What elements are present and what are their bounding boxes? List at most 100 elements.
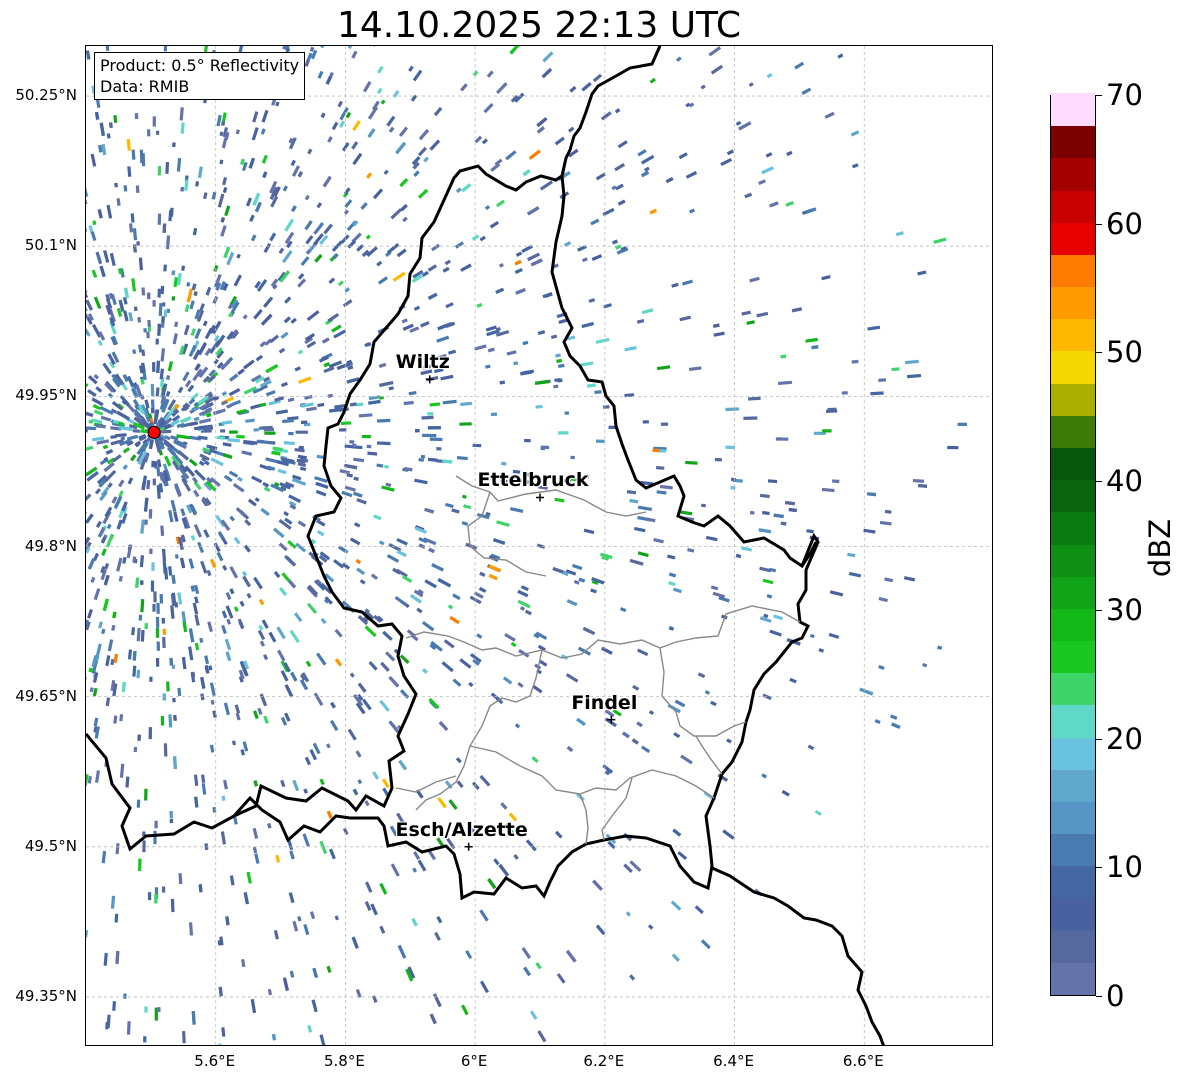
echo-pixel xyxy=(223,779,228,790)
colorbar-segment xyxy=(1051,865,1095,899)
echo-pixel xyxy=(222,186,228,194)
echo-pixel xyxy=(408,391,417,396)
echo-pixel xyxy=(295,542,307,553)
echo-pixel xyxy=(680,510,693,516)
echo-pixel xyxy=(300,256,310,267)
echo-pixel xyxy=(222,177,228,186)
echo-pixel xyxy=(244,519,252,527)
echo-pixel xyxy=(248,157,256,169)
echo-pixel xyxy=(519,606,526,611)
echo-pixel xyxy=(765,152,773,158)
echo-pixel xyxy=(509,46,520,55)
echo-pixel xyxy=(193,481,202,491)
colorbar-tick-label: 60 xyxy=(1106,206,1143,241)
echo-pixel xyxy=(138,614,143,621)
echo-pixel xyxy=(437,323,448,331)
echo-pixel xyxy=(241,450,253,456)
echo-pixel xyxy=(166,375,171,381)
echo-pixel xyxy=(326,965,332,973)
echo-pixel xyxy=(479,774,491,787)
echo-pixel xyxy=(626,490,637,495)
echo-pixel xyxy=(165,235,171,250)
colorbar-segment xyxy=(1051,608,1095,642)
echo-pixel xyxy=(602,405,610,409)
echo-pixel xyxy=(448,799,458,810)
echo-pixel xyxy=(517,589,529,598)
echo-pixel xyxy=(87,389,97,398)
echo-pixel xyxy=(362,80,372,93)
echo-pixel xyxy=(794,61,805,70)
echo-pixel xyxy=(297,278,307,288)
echo-pixel xyxy=(520,585,529,592)
echo-pixel xyxy=(637,149,647,157)
echo-pixel xyxy=(365,234,371,240)
echo-pixel xyxy=(150,384,155,397)
echo-pixel xyxy=(115,433,127,438)
echo-pixel xyxy=(445,302,454,309)
colorbar-tick-mark xyxy=(1096,867,1102,869)
echo-pixel xyxy=(317,70,324,79)
echo-pixel xyxy=(330,701,336,709)
echo-pixel xyxy=(789,677,797,684)
echo-pixel xyxy=(269,232,277,242)
echo-pixel xyxy=(170,898,175,913)
echo-pixel xyxy=(376,463,384,468)
echo-pixel xyxy=(762,510,770,516)
echo-pixel xyxy=(649,77,657,84)
echo-pixel xyxy=(160,348,166,362)
echo-pixel xyxy=(100,536,107,544)
echo-pixel xyxy=(302,833,310,847)
colorbar-segment xyxy=(1051,125,1095,159)
echo-pixel xyxy=(151,460,155,468)
echo-pixel xyxy=(109,252,116,266)
echo-pixel xyxy=(155,338,159,345)
echo-pixel xyxy=(364,901,372,912)
echo-pixel xyxy=(906,373,922,379)
echo-pixel xyxy=(87,775,93,784)
echo-pixel xyxy=(879,520,892,526)
lat-tick-label: 50.25°N xyxy=(15,86,77,105)
echo-pixel xyxy=(758,179,767,186)
echo-pixel xyxy=(290,671,298,682)
echo-pixel xyxy=(87,609,93,619)
echo-pixel xyxy=(172,142,176,147)
radar-map[interactable] xyxy=(85,45,993,1046)
echo-pixel xyxy=(649,208,657,215)
echo-pixel xyxy=(309,748,318,761)
echo-pixel xyxy=(156,641,160,651)
echo-pixel xyxy=(449,615,460,625)
echo-pixel xyxy=(279,587,288,597)
echo-pixel xyxy=(403,400,414,406)
echo-pixel xyxy=(355,750,362,758)
echo-pixel xyxy=(216,551,224,562)
echo-pixel xyxy=(436,335,450,343)
echo-pixel xyxy=(283,441,296,446)
colorbar-segment xyxy=(1051,543,1095,577)
echo-pixel xyxy=(710,64,724,75)
colorbar-segment xyxy=(1051,157,1095,191)
echo-pixel xyxy=(357,779,363,785)
echo-pixel xyxy=(307,1025,313,1033)
echo-pixel xyxy=(119,714,124,722)
echo-pixel xyxy=(427,264,438,272)
echo-pixel xyxy=(107,639,114,652)
echo-pixel xyxy=(137,734,141,741)
echo-pixel xyxy=(381,778,390,789)
echo-pixel xyxy=(540,445,550,450)
echo-pixel xyxy=(700,939,711,950)
colorbar-tick-label: 0 xyxy=(1106,979,1125,1013)
echo-pixel xyxy=(558,318,568,324)
echo-pixel xyxy=(367,128,376,138)
echo-pixel xyxy=(452,593,461,601)
echo-pixel xyxy=(172,333,178,345)
echo-pixel xyxy=(679,315,692,322)
echo-pixel xyxy=(521,947,532,959)
echo-pixel xyxy=(530,258,543,267)
echo-pixel xyxy=(801,87,812,95)
echo-pixel xyxy=(267,465,276,471)
lat-tick-label: 49.65°N xyxy=(15,686,77,705)
echo-pixel xyxy=(821,487,835,493)
echo-pixel xyxy=(459,422,472,426)
echo-pixel xyxy=(198,418,212,424)
echo-pixel xyxy=(123,287,130,299)
